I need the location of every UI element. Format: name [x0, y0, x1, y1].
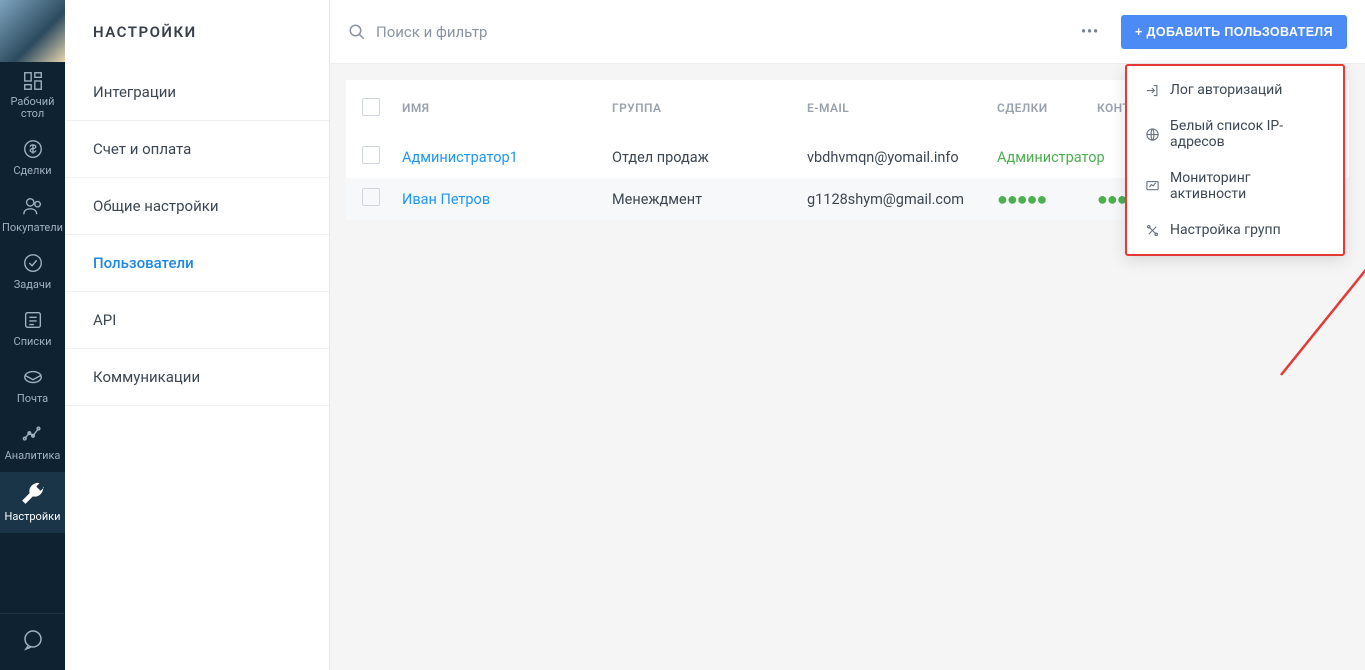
lists-icon: [22, 309, 44, 331]
rail-label: Аналитика: [5, 449, 61, 462]
rail-label: Рабочий стол: [2, 96, 63, 120]
rail-label: Задачи: [14, 278, 51, 291]
dd-label: Мониторинг активности: [1170, 170, 1325, 202]
globe-icon: [1145, 127, 1160, 142]
workspace-logo[interactable]: [0, 0, 65, 62]
rail-chat[interactable]: [0, 613, 65, 670]
dd-label: Белый список IP-адресов: [1170, 118, 1325, 150]
user-email: g1128shym@gmail.com: [807, 191, 997, 208]
dd-group-settings[interactable]: Настройка групп: [1127, 212, 1343, 248]
sidebar-item-general[interactable]: Общие настройки: [65, 178, 329, 235]
user-deals: Администратор: [997, 149, 1097, 166]
row-checkbox[interactable]: [362, 146, 380, 164]
user-group: Менеждмент: [612, 191, 807, 208]
user-name-link[interactable]: Администратор1: [402, 149, 612, 166]
rail-dashboard[interactable]: Рабочий стол: [0, 62, 65, 130]
rail-deals[interactable]: Сделки: [0, 130, 65, 187]
rail-analytics[interactable]: Аналитика: [0, 415, 65, 472]
analytics-icon: [22, 423, 44, 445]
search-icon: [348, 23, 366, 41]
monitor-icon: [1145, 179, 1160, 194]
row-checkbox[interactable]: [362, 188, 380, 206]
settings-sidebar: НАСТРОЙКИ Интеграции Счет и оплата Общие…: [65, 0, 330, 670]
more-menu-button[interactable]: •••: [1073, 15, 1107, 49]
tasks-icon: [22, 252, 44, 274]
rail-lists[interactable]: Списки: [0, 301, 65, 358]
deals-icon: [22, 138, 44, 160]
dashboard-icon: [22, 70, 44, 92]
user-deals: ●●●●●: [997, 189, 1097, 210]
rail-label: Списки: [14, 335, 52, 348]
settings-icon: [20, 480, 46, 506]
add-user-button[interactable]: + ДОБАВИТЬ ПОЛЬЗОВАТЕЛЯ: [1121, 15, 1347, 49]
user-group: Отдел продаж: [612, 149, 807, 166]
dd-auth-log[interactable]: Лог авторизаций: [1127, 72, 1343, 108]
more-dropdown: Лог авторизаций Белый список IP-адресов …: [1125, 64, 1345, 256]
main-panel: Поиск и фильтр ••• + ДОБАВИТЬ ПОЛЬЗОВАТЕ…: [330, 0, 1365, 670]
rail-tasks[interactable]: Задачи: [0, 244, 65, 301]
col-group: ГРУППА: [612, 101, 807, 115]
rail-buyers[interactable]: Покупатели: [0, 187, 65, 244]
rail-mail[interactable]: Почта: [0, 358, 65, 415]
sidebar-title: НАСТРОЙКИ: [65, 0, 329, 64]
dd-label: Лог авторизаций: [1170, 82, 1282, 98]
buyers-icon: [22, 195, 44, 217]
dd-activity-monitor[interactable]: Мониторинг активности: [1127, 160, 1343, 212]
sidebar-item-api[interactable]: API: [65, 292, 329, 349]
user-name-link[interactable]: Иван Петров: [402, 191, 612, 208]
rail-label: Настройки: [5, 510, 61, 523]
sidebar-item-billing[interactable]: Счет и оплата: [65, 121, 329, 178]
topbar: Поиск и фильтр ••• + ДОБАВИТЬ ПОЛЬЗОВАТЕ…: [330, 0, 1365, 64]
sidebar-item-communications[interactable]: Коммуникации: [65, 349, 329, 406]
col-name: ИМЯ: [402, 101, 612, 115]
select-all-checkbox[interactable]: [362, 98, 380, 116]
user-email: vbdhvmqn@yomail.info: [807, 149, 997, 166]
rail-label: Покупатели: [2, 221, 63, 234]
nav-rail: Рабочий стол Сделки Покупатели Задачи Сп…: [0, 0, 65, 670]
col-deals: СДЕЛКИ: [997, 101, 1097, 115]
search-input[interactable]: Поиск и фильтр: [348, 23, 1059, 41]
login-icon: [1145, 83, 1160, 98]
dd-label: Настройка групп: [1170, 222, 1281, 238]
search-placeholder: Поиск и фильтр: [376, 23, 487, 41]
rail-label: Почта: [17, 392, 48, 405]
rail-label: Сделки: [13, 164, 51, 177]
col-email: E-MAIL: [807, 101, 997, 115]
chat-icon: [21, 628, 45, 652]
sidebar-item-integrations[interactable]: Интеграции: [65, 64, 329, 121]
rail-settings[interactable]: Настройки: [0, 472, 65, 533]
dd-ip-whitelist[interactable]: Белый список IP-адресов: [1127, 108, 1343, 160]
sidebar-item-users[interactable]: Пользователи: [65, 235, 329, 292]
mail-icon: [22, 366, 44, 388]
tools-icon: [1145, 223, 1160, 238]
